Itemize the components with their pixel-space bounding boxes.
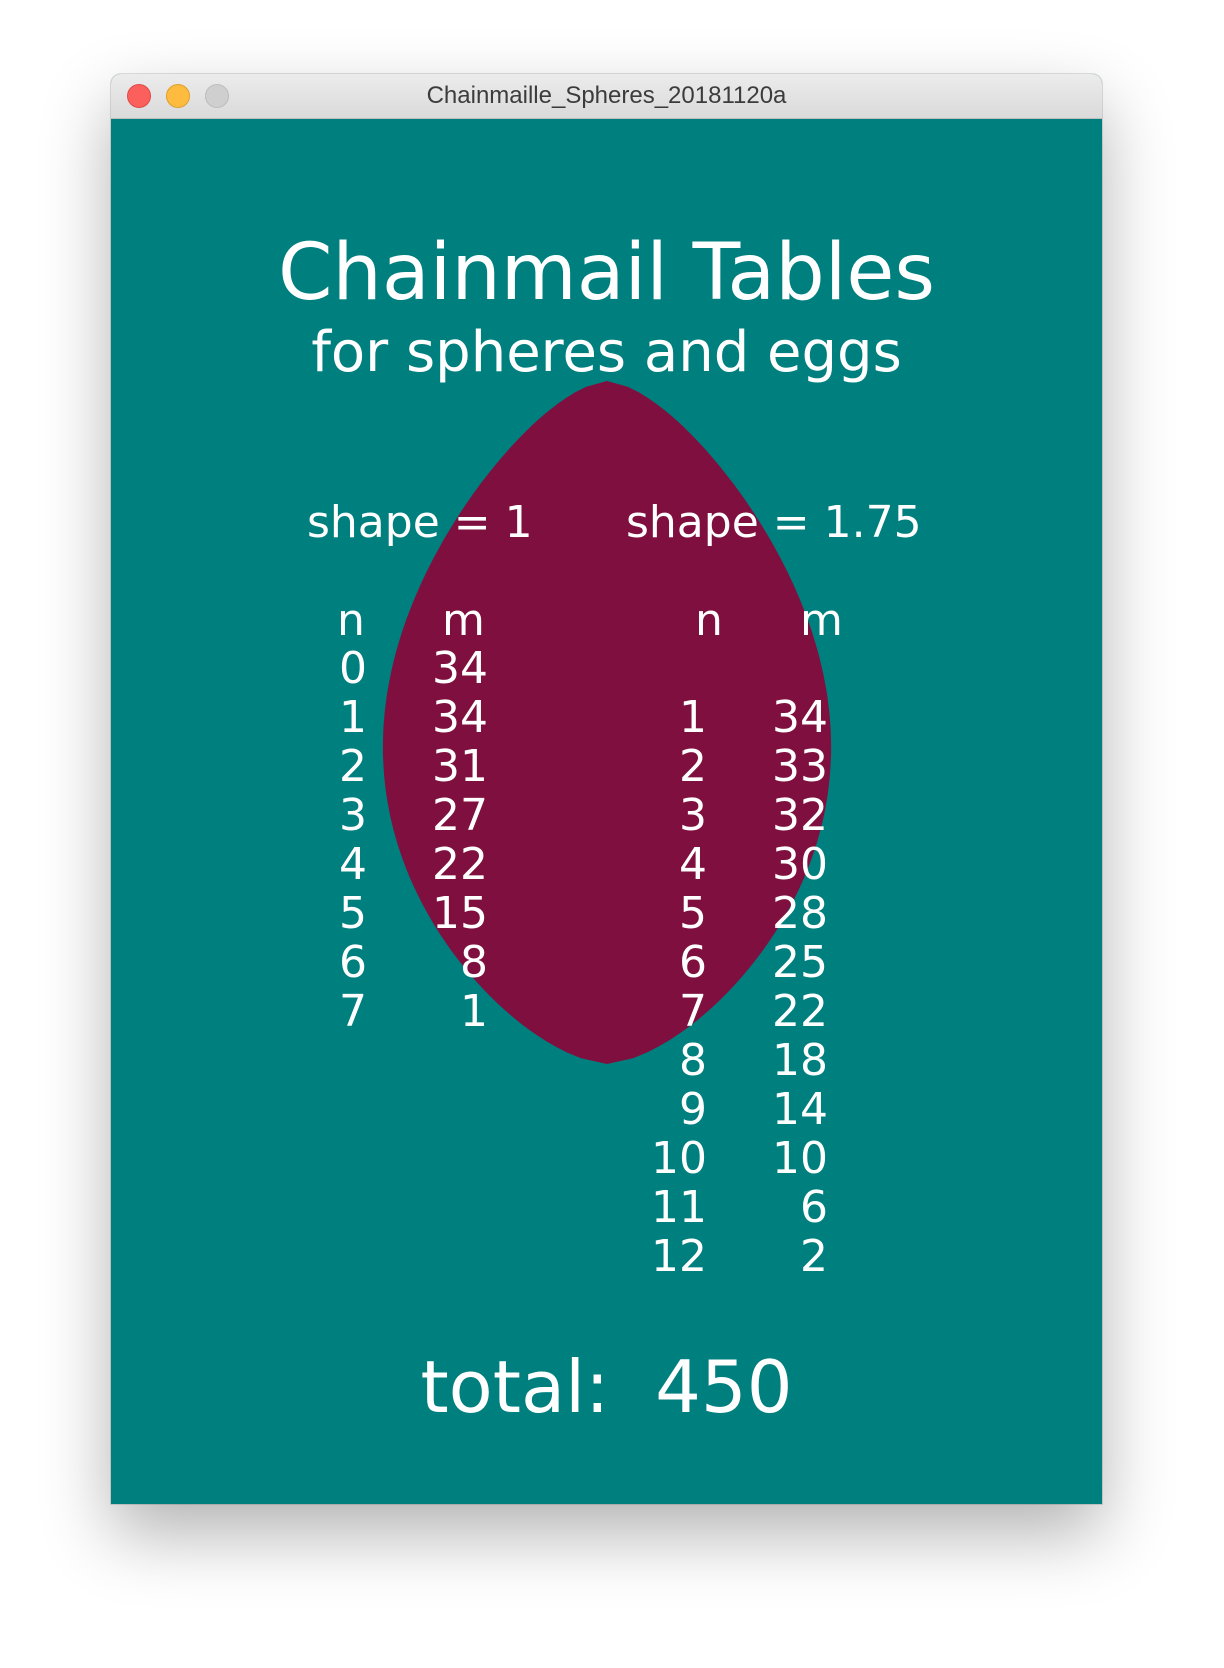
table-cell-m: 6 — [800, 1182, 828, 1233]
table-cell-n: 3 — [339, 790, 367, 841]
table-cell-m: 33 — [772, 741, 828, 792]
app-window: Chainmaille_Spheres_20181120a Chainmail … — [111, 74, 1102, 1504]
table-cell-m: 8 — [460, 937, 488, 988]
table-cell-n: 3 — [679, 790, 707, 841]
title-bar[interactable]: Chainmaille_Spheres_20181120a — [111, 74, 1102, 119]
table-cell-n: 5 — [679, 888, 707, 939]
table-cell-n: 4 — [679, 839, 707, 890]
table-cell-m: 34 — [432, 643, 488, 694]
table-cell-m: 1 — [460, 986, 488, 1037]
table-cell-n: 8 — [679, 1035, 707, 1086]
table-cell-m: 22 — [432, 839, 488, 890]
table-cell-m: 18 — [772, 1035, 828, 1086]
window-title: Chainmaille_Spheres_20181120a — [426, 82, 787, 109]
table2-header-n: n — [695, 595, 723, 646]
table1-header-n: n — [337, 595, 365, 646]
total-label: total: 450 — [420, 1345, 793, 1429]
shape-label-2: shape = 1.75 — [626, 497, 922, 548]
table-cell-m: 30 — [772, 839, 828, 890]
table-cell-n: 11 — [651, 1182, 707, 1233]
table-cell-m: 28 — [772, 888, 828, 939]
table-cell-n: 5 — [339, 888, 367, 939]
page-title: Chainmail Tables — [277, 228, 936, 318]
table-cell-n: 1 — [679, 692, 707, 743]
table-cell-m: 22 — [772, 986, 828, 1037]
table-cell-n: 4 — [339, 839, 367, 890]
table-cell-m: 15 — [432, 888, 488, 939]
table-cell-m: 34 — [772, 692, 828, 743]
table-cell-n: 7 — [679, 986, 707, 1037]
table-cell-n: 6 — [679, 937, 707, 988]
shape-label-1: shape = 1 — [307, 497, 533, 548]
table-cell-n: 12 — [651, 1231, 707, 1282]
table-cell-n: 0 — [339, 643, 367, 694]
table-cell-m: 34 — [432, 692, 488, 743]
page-subtitle: for spheres and eggs — [311, 320, 902, 385]
table1-header-m: m — [442, 595, 485, 646]
sketch-canvas: Chainmail Tables for spheres and eggs sh… — [111, 119, 1102, 1504]
table-cell-m: 25 — [772, 937, 828, 988]
table-cell-n: 2 — [679, 741, 707, 792]
table-cell-n: 1 — [339, 692, 367, 743]
table-cell-n: 2 — [339, 741, 367, 792]
table-cell-m: 2 — [800, 1231, 828, 1282]
table-cell-n: 7 — [339, 986, 367, 1037]
table-cell-m: 10 — [772, 1133, 828, 1184]
table-cell-m: 14 — [772, 1084, 828, 1135]
table-cell-m: 27 — [432, 790, 488, 841]
table2-header-m: m — [800, 595, 843, 646]
table-cell-m: 31 — [432, 741, 488, 792]
table-cell-n: 9 — [679, 1084, 707, 1135]
table-cell-n: 10 — [651, 1133, 707, 1184]
table-cell-m: 32 — [772, 790, 828, 841]
table-cell-n: 6 — [339, 937, 367, 988]
